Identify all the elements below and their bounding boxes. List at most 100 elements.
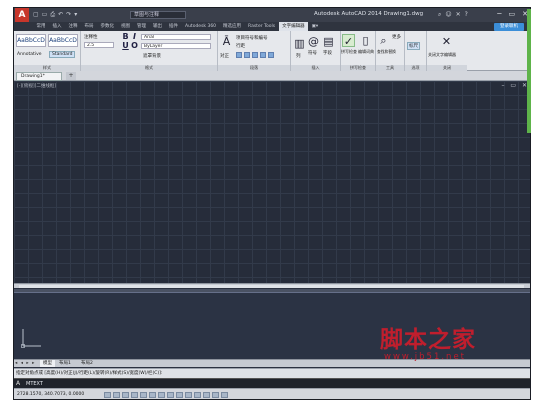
tab-text-editor[interactable]: 文字编辑器 bbox=[278, 22, 309, 31]
spell-check-button[interactable]: 拼写检查 bbox=[341, 49, 357, 55]
style-sample-1[interactable]: AaBbCcD bbox=[16, 34, 46, 47]
snap-mode-icon[interactable] bbox=[113, 392, 120, 398]
redo-icon[interactable]: ↷ bbox=[66, 11, 71, 19]
color-dropdown[interactable]: ByLayer bbox=[141, 43, 211, 49]
object-snap-tracking-icon[interactable] bbox=[167, 392, 174, 398]
user-icon[interactable]: ☺ bbox=[445, 11, 451, 19]
close-text-editor-button[interactable]: 关闭文字编辑器 bbox=[428, 52, 456, 58]
line-spacing-button[interactable]: 行距 bbox=[236, 43, 245, 49]
command-history: 指定对角点或 [高度(H)/对正(J)/行距(L)/旋转(R)/样式(S)/宽度… bbox=[14, 368, 530, 378]
text-height-field[interactable]: 2.5 bbox=[84, 42, 114, 48]
command-line[interactable]: A MTEXT bbox=[14, 378, 530, 388]
field-button[interactable]: 字段 bbox=[323, 50, 332, 56]
tab-plugins[interactable]: 插件 bbox=[166, 22, 182, 31]
tab-view[interactable]: 视图 bbox=[118, 22, 134, 31]
standard-style[interactable]: Standard bbox=[49, 51, 76, 58]
customize-dropdown-icon[interactable]: ▾ bbox=[74, 11, 77, 19]
align-right-icon[interactable] bbox=[252, 52, 258, 58]
transparency-icon[interactable] bbox=[203, 392, 210, 398]
symbol-button[interactable]: 符号 bbox=[308, 50, 317, 56]
bullets-numbering-button[interactable]: 项目符号和编号 bbox=[236, 35, 268, 41]
justify-button[interactable]: 对正 bbox=[220, 53, 229, 59]
tab-annotate[interactable]: 注释 bbox=[65, 22, 81, 31]
undo-icon[interactable]: ↶ bbox=[58, 11, 63, 19]
panel-tools: ⌕ 查找和替换 更多 工具 bbox=[376, 31, 405, 71]
exchange-icon[interactable]: ✕ bbox=[456, 11, 461, 19]
tab-autodesk-360[interactable]: Autodesk 360 bbox=[182, 22, 220, 31]
tab-insert[interactable]: 插入 bbox=[49, 22, 65, 31]
overline-button[interactable]: O bbox=[130, 41, 139, 50]
panel-close: ✕ 关闭文字编辑器 关闭 bbox=[427, 31, 467, 71]
command-input[interactable]: MTEXT bbox=[26, 380, 43, 388]
tab-panel-toggle[interactable]: ▣▾ bbox=[308, 22, 322, 31]
align-justify-icon[interactable] bbox=[260, 52, 266, 58]
find-replace-button[interactable]: 查找和替换 bbox=[377, 49, 396, 55]
symbol-icon[interactable]: @ bbox=[307, 35, 320, 48]
background-mask-button[interactable]: 遮罩背景 bbox=[143, 53, 161, 59]
ortho-mode-icon[interactable] bbox=[131, 392, 138, 398]
application-menu-button[interactable]: A bbox=[15, 8, 29, 22]
drawing-area[interactable]: [-][俯视][二维线框] – ▭ ✕ bbox=[14, 81, 530, 286]
tab-raster-tools[interactable]: Raster Tools bbox=[245, 22, 279, 31]
tab-manage[interactable]: 管理 bbox=[134, 22, 150, 31]
align-left-icon[interactable] bbox=[236, 52, 242, 58]
viewport-controls-label[interactable]: [-][俯视][二维线框] bbox=[17, 83, 56, 89]
underline-button[interactable]: U bbox=[121, 41, 130, 50]
quick-properties-icon[interactable] bbox=[212, 392, 219, 398]
find-replace-icon[interactable]: ⌕ bbox=[377, 34, 390, 47]
font-dropdown[interactable]: Arial bbox=[141, 34, 211, 40]
tab-layout2[interactable]: 布局2 bbox=[78, 360, 96, 367]
new-icon[interactable]: ▢ bbox=[33, 11, 39, 19]
tab-layout[interactable]: 布局 bbox=[81, 22, 97, 31]
viewport-window-controls[interactable]: – ▭ ✕ bbox=[501, 82, 529, 89]
file-tab-drawing1[interactable]: Drawing1* bbox=[16, 72, 62, 81]
columns-icon[interactable]: ▥ bbox=[293, 37, 306, 50]
more-button[interactable]: 更多 bbox=[392, 34, 401, 40]
edit-dictionary-icon[interactable]: ▯ bbox=[359, 34, 372, 47]
align-center-icon[interactable] bbox=[244, 52, 250, 58]
save-icon[interactable]: ⎙ bbox=[50, 11, 55, 19]
layout-nav-arrows[interactable]: ◂ ◂ ▸ ▸ bbox=[15, 361, 35, 366]
maximize-button[interactable]: ▭ bbox=[509, 10, 516, 18]
open-icon[interactable]: ▭ bbox=[42, 11, 48, 19]
annotative-toggle[interactable]: 注释性 bbox=[84, 34, 98, 40]
justification-icon[interactable]: Ā bbox=[220, 35, 233, 48]
lineweight-icon[interactable] bbox=[194, 392, 201, 398]
ruler-toggle[interactable]: 标尺 bbox=[407, 42, 420, 50]
mtext-ruler[interactable] bbox=[14, 289, 530, 293]
tab-featured-apps[interactable]: 精选应用 bbox=[220, 22, 245, 31]
spell-check-icon[interactable]: ✓ bbox=[342, 34, 355, 48]
tab-home[interactable]: 常用 bbox=[33, 22, 49, 31]
field-icon[interactable]: ▤ bbox=[322, 35, 335, 48]
workspace-dropdown[interactable]: 草图与注释 bbox=[130, 11, 186, 19]
selection-cycling-icon[interactable] bbox=[221, 392, 228, 398]
style-sample-2[interactable]: AaBbCcD bbox=[48, 34, 78, 47]
tab-parametric[interactable]: 参数化 bbox=[97, 22, 118, 31]
search-icon[interactable]: ⌕ bbox=[438, 11, 441, 19]
italic-button[interactable]: I bbox=[130, 32, 139, 41]
columns-button[interactable]: 列 bbox=[296, 53, 301, 59]
minimize-button[interactable]: ─ bbox=[497, 10, 501, 18]
sign-in-button[interactable]: 登录联机 bbox=[494, 23, 524, 31]
close-editor-icon[interactable]: ✕ bbox=[440, 35, 453, 48]
scrollbar-thumb[interactable] bbox=[19, 285, 524, 288]
new-tab-button[interactable]: + bbox=[66, 72, 76, 80]
infer-constraints-icon[interactable] bbox=[104, 392, 111, 398]
help-icon[interactable]: ? bbox=[465, 11, 468, 19]
3d-object-snap-icon[interactable] bbox=[158, 392, 165, 398]
polar-tracking-icon[interactable] bbox=[140, 392, 147, 398]
coordinates-readout[interactable]: 2728.1570, 340.7073, 0.0000 bbox=[17, 392, 84, 397]
edit-dictionary-button[interactable]: 编辑词典 bbox=[358, 49, 374, 55]
annotative-style[interactable]: Annotative bbox=[17, 52, 42, 57]
tab-layout1[interactable]: 布局1 bbox=[56, 360, 74, 367]
horizontal-scrollbar[interactable] bbox=[14, 283, 530, 288]
dynamic-ucs-icon[interactable] bbox=[176, 392, 183, 398]
align-distribute-icon[interactable] bbox=[268, 52, 274, 58]
object-snap-icon[interactable] bbox=[149, 392, 156, 398]
grid-display-icon[interactable] bbox=[122, 392, 129, 398]
tab-model[interactable]: 模型 bbox=[40, 360, 55, 367]
dynamic-input-icon[interactable] bbox=[185, 392, 192, 398]
bold-button[interactable]: B bbox=[121, 32, 130, 41]
tab-output[interactable]: 输出 bbox=[150, 22, 166, 31]
ribbon-tab-bar: 常用 插入 注释 布局 参数化 视图 管理 输出 插件 Autodesk 360… bbox=[14, 22, 530, 31]
